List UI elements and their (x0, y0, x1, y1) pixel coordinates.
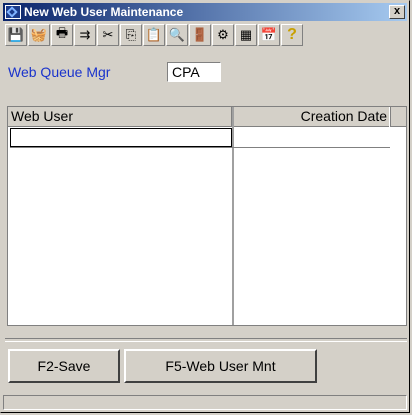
web-user-mnt-button[interactable]: F5-Web User Mnt (124, 349, 317, 383)
active-cell[interactable] (10, 128, 232, 147)
copy-icon[interactable]: ⎘ (120, 24, 142, 46)
exit-door-icon[interactable]: 🚪 (189, 24, 211, 46)
find-icon[interactable]: 🔍 (166, 24, 188, 46)
close-button[interactable]: x (389, 5, 405, 19)
basket-icon[interactable]: 🧺 (28, 24, 50, 46)
grid-corner (390, 107, 406, 127)
app-icon (5, 5, 21, 19)
title-bar: New Web User Maintenance x (3, 3, 407, 21)
calendar-icon[interactable]: 📅 (258, 24, 280, 46)
queue-field[interactable]: CPA (167, 62, 221, 82)
tools-icon[interactable]: ⚙ (212, 24, 234, 46)
web-user-grid[interactable]: Web User Creation Date (7, 106, 407, 326)
save-button-label: F2-Save (37, 358, 91, 374)
divider (5, 338, 407, 342)
status-bar (3, 395, 407, 410)
web-user-mnt-button-label: F5-Web User Mnt (165, 358, 276, 374)
calculator-icon[interactable]: ▦ (235, 24, 257, 46)
paste-icon[interactable]: 📋 (143, 24, 165, 46)
run-icon[interactable]: ⇉ (74, 24, 96, 46)
help-icon[interactable]: ? (281, 24, 303, 46)
cut-icon[interactable]: ✂ (97, 24, 119, 46)
save-icon[interactable]: 💾 (5, 24, 27, 46)
app-window: New Web User Maintenance x 💾 🧺 🖶 ⇉ ✂ ⎘ 📋… (0, 0, 410, 413)
window-title: New Web User Maintenance (24, 5, 184, 19)
column-header-creation-date[interactable]: Creation Date (234, 107, 389, 127)
save-button[interactable]: F2-Save (8, 349, 120, 383)
column-header-web-user[interactable]: Web User (8, 107, 232, 127)
toolbar: 💾 🧺 🖶 ⇉ ✂ ⎘ 📋 🔍 🚪 ⚙ ▦ 📅 ? (5, 24, 304, 48)
queue-label: Web Queue Mgr (8, 64, 111, 80)
print-icon[interactable]: 🖶 (51, 24, 73, 46)
